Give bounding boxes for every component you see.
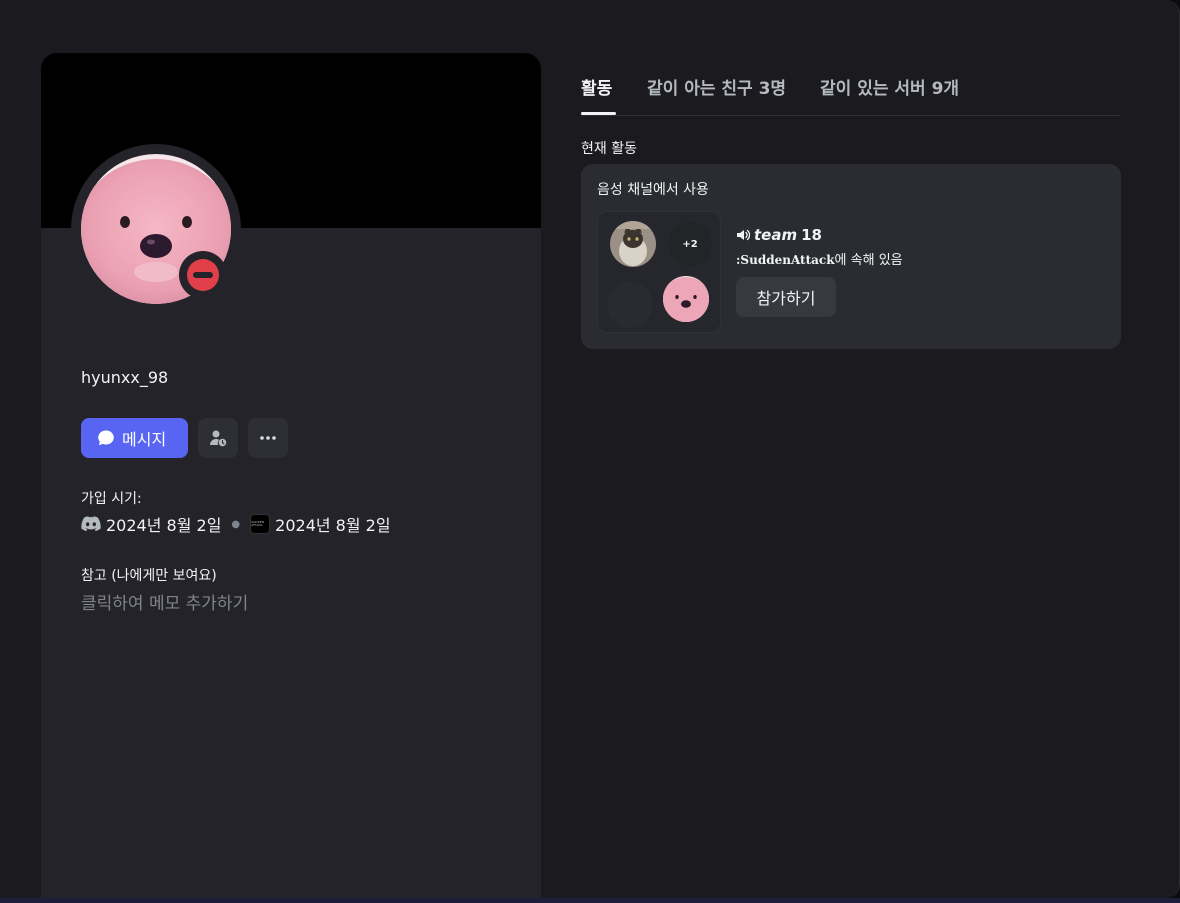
avatar-frame — [71, 144, 241, 314]
participant-avatar — [610, 221, 656, 267]
note-label: 참고 (나에게만 보여요) — [81, 568, 217, 584]
pending-friend-icon — [210, 430, 227, 447]
profile-modal: hyunxx_98 메시지 가입 시기: 2024년 8월 2일 ● SUDDE… — [0, 0, 1180, 898]
extra-participants-count: +2 — [668, 222, 712, 266]
taskbar-edge — [0, 898, 1180, 903]
tab-activity[interactable]: 활동 — [581, 74, 612, 99]
server-name: :SuddenAttack — [736, 253, 835, 267]
profile-card: hyunxx_98 메시지 가입 시기: 2024년 8월 2일 ● SUDDE… — [41, 53, 541, 898]
channel-name-text: team — [754, 226, 798, 244]
note-input[interactable]: 클릭하여 메모 추가하기 — [81, 589, 248, 614]
separator-dot: ● — [231, 518, 241, 530]
username: hyunxx_98 — [81, 368, 169, 387]
profile-tabs: 활동 같이 아는 친구 3명 같이 있는 서버 9개 — [581, 74, 1121, 116]
more-dots-icon — [260, 436, 276, 440]
participant-avatar — [663, 276, 709, 322]
participant-avatar-empty — [607, 282, 653, 328]
dnd-status-icon — [187, 259, 219, 291]
cat-avatar-icon — [610, 221, 656, 267]
friend-request-button[interactable] — [198, 418, 238, 458]
more-options-button[interactable] — [248, 418, 288, 458]
speaker-icon — [736, 228, 750, 242]
pink-seal-avatar-icon — [663, 276, 709, 322]
message-button[interactable]: 메시지 — [81, 418, 188, 458]
status-indicator — [179, 251, 227, 299]
server-suffix: 에 속해 있음 — [834, 253, 903, 268]
discord-logo-icon — [81, 516, 101, 532]
voice-channel-name[interactable]: team 18 — [736, 226, 822, 244]
member-since-row: 2024년 8월 2일 ● SUDDEN ATTACK 2024년 8월 2일 — [81, 513, 391, 535]
chat-bubble-icon — [97, 429, 115, 447]
server-info: :SuddenAttack에 속해 있음 — [736, 249, 903, 268]
current-activity-label: 현재 활동 — [581, 141, 637, 157]
tab-mutual-servers[interactable]: 같이 있는 서버 9개 — [820, 74, 959, 99]
tab-mutual-friends[interactable]: 같이 아는 친구 3명 — [647, 74, 786, 99]
channel-number: 18 — [801, 226, 822, 244]
voice-activity-card: 음성 채널에서 사용 +2 team 18:SuddenAttack에 속해 … — [581, 164, 1121, 349]
active-tab-indicator — [581, 112, 616, 115]
activity-title: 음성 채널에서 사용 — [597, 182, 709, 198]
message-button-label: 메시지 — [122, 430, 167, 449]
discord-join-date: 2024년 8월 2일 — [106, 516, 222, 535]
member-since-label: 가입 시기: — [81, 491, 142, 507]
voice-participants-grid[interactable]: +2 — [597, 211, 721, 333]
join-voice-button[interactable]: 참가하기 — [736, 277, 836, 317]
server-join-date: 2024년 8월 2일 — [275, 516, 391, 535]
server-logo-icon: SUDDEN ATTACK — [250, 514, 271, 534]
